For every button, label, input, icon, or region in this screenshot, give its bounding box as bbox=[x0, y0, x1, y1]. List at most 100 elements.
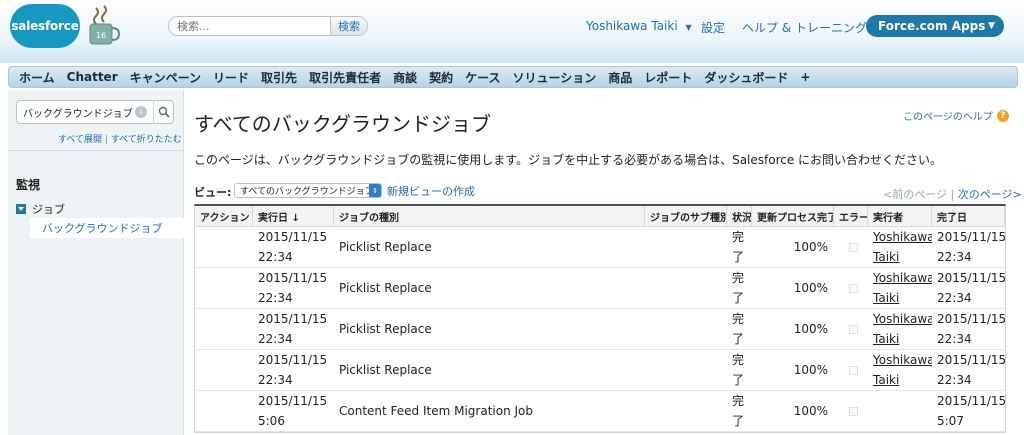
cell-run-date: 2015/11/15 22:34 bbox=[258, 230, 328, 264]
cell-submitted-by: Yoshikawa Taiki bbox=[868, 350, 932, 390]
new-view-link[interactable]: 新規ビューの作成 bbox=[387, 183, 475, 199]
col-run-date[interactable]: 実行日 ↓ bbox=[253, 206, 334, 227]
coffee-mug-icon: 16 bbox=[89, 5, 120, 45]
app-menu-button[interactable]: Force.com Apps ▼ bbox=[866, 15, 1004, 37]
clear-icon[interactable]: i bbox=[135, 106, 147, 118]
next-page-link[interactable]: 次のページ> bbox=[958, 188, 1022, 201]
global-search: 検索 bbox=[168, 16, 368, 36]
cell-progress: 100% bbox=[793, 363, 828, 377]
tab-reports[interactable]: レポート bbox=[638, 69, 698, 86]
expand-all-link[interactable]: すべて展開 bbox=[58, 135, 102, 145]
user-menu[interactable]: Yoshikawa Taiki ▼ bbox=[586, 19, 692, 33]
cell-sub-type bbox=[645, 268, 727, 308]
user-link[interactable]: Yoshikawa Taiki bbox=[873, 309, 932, 349]
add-tab-button[interactable]: + bbox=[794, 70, 816, 84]
collapse-all-link[interactable]: すべて折りたたむ bbox=[111, 135, 182, 145]
tab-home[interactable]: ホーム bbox=[9, 69, 61, 86]
user-link[interactable]: Yoshikawa Taiki bbox=[873, 350, 932, 390]
cell-error bbox=[834, 391, 868, 431]
view-select[interactable]: すべてのバックグラウンドジョブ ⇕ bbox=[234, 183, 382, 198]
sidebar-search[interactable]: バックグラウンドジョブ i bbox=[16, 100, 174, 124]
error-checkbox bbox=[849, 406, 858, 416]
salesforce-logo[interactable]: salesforce bbox=[10, 4, 80, 48]
cell-sub-type bbox=[645, 309, 727, 349]
cell-completed: 2015/11/15 22:34 bbox=[937, 230, 1005, 264]
tab-dashboards[interactable]: ダッシュボード bbox=[698, 69, 794, 86]
col-error[interactable]: エラー bbox=[834, 206, 868, 227]
col-completed[interactable]: 完了日 bbox=[932, 206, 1005, 227]
global-header: salesforce 16 検索 Yoshikawa Taiki ▼ 設定 ヘル… bbox=[0, 0, 1024, 63]
sidebar-section-title: 監視 bbox=[16, 178, 41, 192]
setup-sidebar: バックグラウンドジョブ i すべて展開 | すべて折りたたむ 監視 ジョブ バッ… bbox=[8, 90, 184, 435]
setup-link[interactable]: 設定 bbox=[701, 19, 725, 36]
page-help-link[interactable]: このページのヘルプ ? bbox=[903, 108, 1009, 123]
table-header: アクション 実行日 ↓ ジョブの種別 ジョブのサブ種別 状況 更新プロセス完了 … bbox=[195, 206, 1005, 227]
help-icon: ? bbox=[996, 109, 1009, 122]
tab-bar: ホーム Chatter キャンペーン リード 取引先 取引先責任者 商談 契約 … bbox=[8, 66, 1018, 88]
cell-submitted-by: Yoshikawa Taiki bbox=[868, 268, 932, 308]
cell-progress: 100% bbox=[793, 322, 828, 336]
cell-status: 完 了 bbox=[732, 312, 745, 346]
cell-job-type: Picklist Replace bbox=[339, 281, 432, 295]
search-button[interactable]: 検索 bbox=[330, 17, 367, 35]
cell-progress: 100% bbox=[793, 240, 828, 254]
tab-contracts[interactable]: 契約 bbox=[423, 69, 459, 86]
table-row: 2015/11/15 22:34 Picklist Replace 完 了 10… bbox=[195, 350, 1005, 391]
sidebar-item-background-jobs[interactable]: バックグラウンドジョブ bbox=[30, 218, 184, 238]
cell-error bbox=[834, 268, 868, 308]
cell-action bbox=[195, 350, 253, 390]
col-job-type[interactable]: ジョブの種別 bbox=[334, 206, 645, 227]
cell-action bbox=[195, 391, 253, 431]
col-submitted-by[interactable]: 実行者 bbox=[868, 206, 932, 227]
table-row: 2015/11/15 22:34 Picklist Replace 完 了 10… bbox=[195, 309, 1005, 350]
col-action: アクション bbox=[195, 206, 253, 227]
cell-status: 完 了 bbox=[732, 394, 745, 428]
cell-run-date: 2015/11/15 5:06 bbox=[258, 394, 328, 428]
cell-error bbox=[834, 309, 868, 349]
cell-sub-type bbox=[645, 350, 727, 390]
tab-contacts[interactable]: 取引先責任者 bbox=[303, 69, 387, 86]
cell-status: 完 了 bbox=[732, 230, 745, 264]
help-training-link[interactable]: ヘルプ & トレーニング bbox=[742, 19, 867, 36]
cell-error bbox=[834, 227, 868, 267]
caret-down-icon: ▼ bbox=[988, 21, 995, 31]
error-checkbox bbox=[849, 324, 858, 334]
tab-products[interactable]: 商品 bbox=[602, 69, 638, 86]
expand-collapse-links: すべて展開 | すべて折りたたむ bbox=[58, 135, 182, 145]
col-status[interactable]: 状況 bbox=[727, 206, 752, 227]
error-checkbox bbox=[849, 283, 858, 293]
user-link[interactable]: Yoshikawa Taiki bbox=[873, 268, 932, 308]
cell-run-date: 2015/11/15 22:34 bbox=[258, 312, 328, 346]
search-icon[interactable] bbox=[153, 101, 173, 123]
sidebar-group-jobs[interactable]: ジョブ bbox=[16, 201, 65, 217]
cell-submitted-by: Yoshikawa Taiki bbox=[868, 227, 932, 267]
cell-submitted-by bbox=[868, 391, 932, 431]
tab-opportunities[interactable]: 商談 bbox=[387, 69, 423, 86]
tab-accounts[interactable]: 取引先 bbox=[255, 69, 303, 86]
user-link[interactable]: Yoshikawa Taiki bbox=[873, 227, 932, 267]
chevron-down-icon: ▼ bbox=[685, 23, 692, 32]
cell-completed: 2015/11/15 22:34 bbox=[937, 353, 1005, 387]
sidebar-search-input[interactable]: バックグラウンドジョブ bbox=[17, 105, 135, 120]
tab-leads[interactable]: リード bbox=[207, 69, 255, 86]
sidebar-group-label: ジョブ bbox=[32, 203, 65, 216]
cell-job-type: Picklist Replace bbox=[339, 363, 432, 377]
error-checkbox bbox=[849, 242, 858, 252]
tab-solutions[interactable]: ソリューション bbox=[507, 69, 603, 86]
cell-error bbox=[834, 350, 868, 390]
col-progress[interactable]: 更新プロセス完了 bbox=[752, 206, 834, 227]
tab-campaigns[interactable]: キャンペーン bbox=[124, 69, 207, 86]
pager: <前のページ | 次のページ> bbox=[883, 188, 1022, 201]
cell-job-type: Content Feed Item Migration Job bbox=[339, 404, 534, 418]
svg-text:16: 16 bbox=[96, 31, 106, 40]
collapse-toggle-icon[interactable] bbox=[16, 204, 26, 214]
col-sub-type[interactable]: ジョブのサブ種別 bbox=[645, 206, 727, 227]
cell-run-date: 2015/11/15 22:34 bbox=[258, 353, 328, 387]
cell-status: 完 了 bbox=[732, 353, 745, 387]
tab-cases[interactable]: ケース bbox=[459, 69, 506, 86]
search-input[interactable] bbox=[169, 17, 330, 35]
view-label: ビュー: bbox=[194, 186, 232, 199]
tab-chatter[interactable]: Chatter bbox=[61, 70, 124, 84]
cell-run-date: 2015/11/15 22:34 bbox=[258, 271, 328, 305]
jobs-table: アクション 実行日 ↓ ジョブの種別 ジョブのサブ種別 状況 更新プロセス完了 … bbox=[194, 204, 1006, 433]
